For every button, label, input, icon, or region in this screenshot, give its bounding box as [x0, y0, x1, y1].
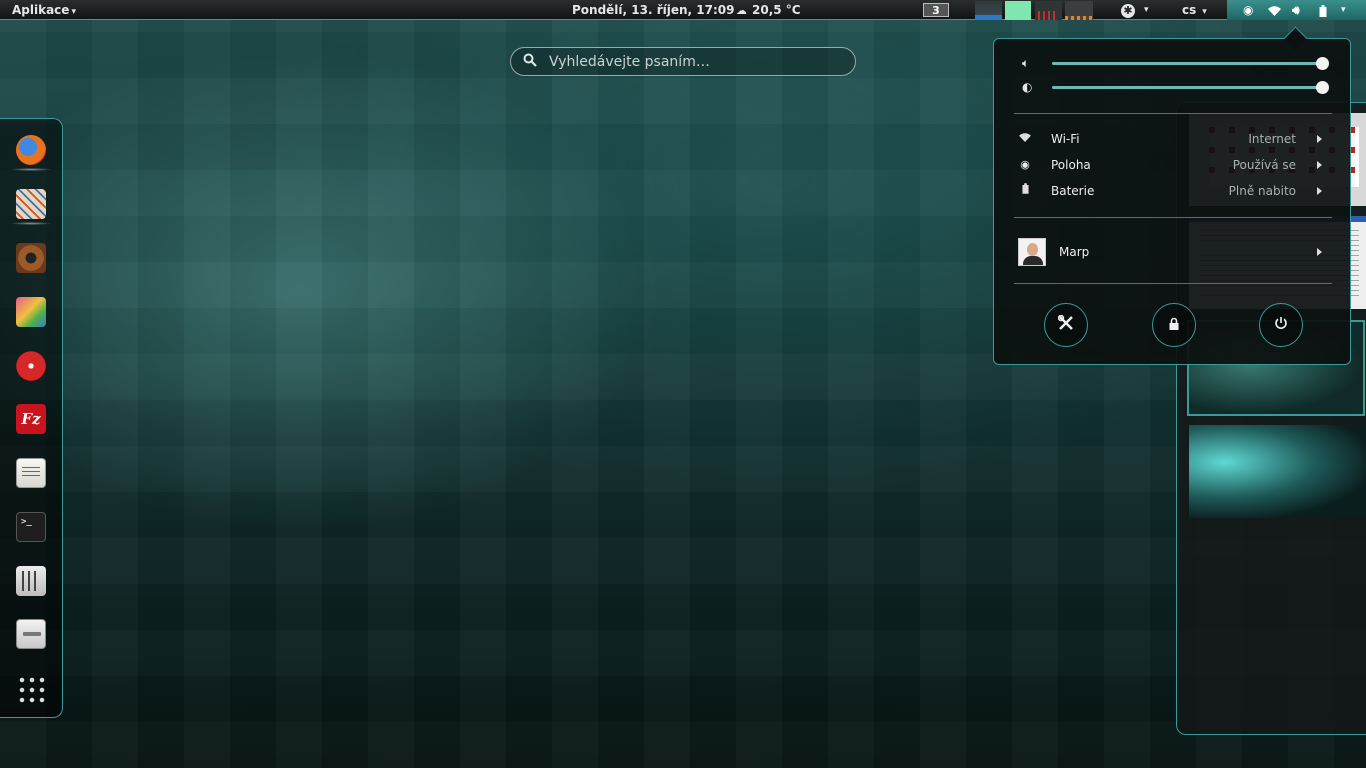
system-menu: 🔈︎ ◐ Wi-Fi Internet ◉ Poloha Používá se …: [993, 38, 1351, 365]
top-panel: Aplikace ▾ Pondělí, 13. říjen, 17:09 ☁ 20,…: [0, 0, 1366, 20]
location-label: Poloha: [1051, 158, 1091, 172]
divider: [1014, 217, 1332, 218]
volume-icon: 🔊︎: [1292, 3, 1300, 17]
wifi-icon: [1018, 128, 1032, 150]
workspace-indicator[interactable]: 3: [923, 3, 949, 17]
location-menu-item[interactable]: ◉ Poloha Používá se: [1014, 154, 1332, 176]
image-editor-icon[interactable]: [16, 297, 46, 327]
workspace-thumbnail[interactable]: [1189, 425, 1366, 518]
wifi-icon: [1268, 0, 1281, 20]
battery-icon: [1319, 0, 1327, 20]
search-input[interactable]: [549, 53, 855, 70]
chevron-down-icon[interactable]: ▾: [1144, 0, 1149, 20]
applications-menu-label: Aplikace: [12, 3, 70, 17]
network-graph: [1035, 1, 1062, 20]
user-name: Marp: [1059, 245, 1090, 259]
volume-slider-row: 🔈︎: [1022, 55, 1332, 71]
brightness-slider-row: ◐: [1022, 79, 1332, 95]
volume-muted-icon: 🔈︎: [1022, 56, 1030, 70]
disk-graph: [1065, 1, 1093, 20]
terminal-icon[interactable]: >_: [16, 512, 46, 542]
location-status: Používá se: [1232, 158, 1296, 172]
show-applications-icon[interactable]: [17, 675, 45, 703]
accessibility-menu[interactable]: ✱: [1121, 0, 1135, 20]
power-icon: [1274, 316, 1288, 334]
brightness-icon: ◐: [1022, 80, 1033, 94]
keyboard-layout-label: cs: [1182, 3, 1197, 17]
search-box[interactable]: [510, 47, 856, 76]
location-icon: ◉: [1243, 3, 1254, 17]
chevron-right-icon: [1317, 161, 1322, 169]
clock[interactable]: Pondělí, 13. říjen, 17:09: [572, 0, 734, 20]
mail-icon[interactable]: [10, 189, 52, 225]
music-player-icon[interactable]: [16, 243, 46, 273]
settings-button[interactable]: [1044, 303, 1088, 347]
avatar: [1018, 238, 1046, 266]
brightness-slider-fill: [1052, 86, 1322, 89]
chevron-right-icon: [1317, 248, 1322, 256]
battery-menu-item[interactable]: Baterie Plně nabito: [1014, 180, 1332, 202]
battery-icon: [1018, 180, 1032, 202]
disc-burner-icon[interactable]: [16, 351, 46, 381]
user-menu-item[interactable]: Marp: [1014, 238, 1332, 266]
wifi-menu-item[interactable]: Wi-Fi Internet: [1014, 128, 1332, 150]
cpu-graph: [975, 1, 1002, 20]
system-monitor[interactable]: [975, 0, 1093, 20]
cloud-icon: ☁: [736, 4, 747, 17]
lock-button[interactable]: [1152, 303, 1196, 347]
text-editor-icon[interactable]: [16, 458, 46, 488]
avatar-shirt: [1023, 256, 1043, 265]
memory-graph: [1005, 1, 1031, 20]
system-status-area[interactable]: ◉ 🔊︎ ▾: [1227, 0, 1366, 20]
chevron-right-icon: [1317, 135, 1322, 143]
wifi-status: Internet: [1248, 132, 1296, 146]
accessibility-icon: ✱: [1121, 3, 1135, 18]
temperature: 20,5 °C: [752, 3, 801, 17]
volume-slider-fill: [1052, 62, 1322, 65]
brightness-slider-handle[interactable]: [1316, 81, 1329, 94]
chevron-down-icon: ▾: [1202, 7, 1207, 17]
power-button[interactable]: [1259, 303, 1303, 347]
search-icon: [523, 53, 545, 71]
location-icon: ◉: [1020, 158, 1030, 171]
chevron-right-icon: [1317, 187, 1322, 195]
avatar-face: [1027, 243, 1038, 256]
divider: [1014, 283, 1332, 284]
settings-icon: [1057, 314, 1074, 335]
lock-icon: [1169, 316, 1179, 334]
weather-indicator[interactable]: ☁ 20,5 °C: [736, 0, 801, 20]
applications-menu[interactable]: Aplikace ▾: [12, 0, 76, 20]
battery-label: Baterie: [1051, 184, 1095, 198]
brightness-slider[interactable]: [1052, 81, 1329, 94]
filezilla-icon[interactable]: Fz: [16, 404, 46, 434]
files-icon[interactable]: [16, 619, 46, 649]
volume-slider[interactable]: [1052, 57, 1329, 70]
chevron-down-icon: ▾: [71, 7, 76, 17]
battery-status: Plně nabito: [1228, 184, 1296, 198]
wifi-label: Wi-Fi: [1051, 132, 1080, 146]
mixer-icon[interactable]: [16, 566, 46, 596]
chevron-down-icon: ▾: [1341, 5, 1346, 15]
volume-slider-handle[interactable]: [1316, 57, 1329, 70]
divider: [1014, 113, 1332, 114]
dash: Fz >_: [0, 118, 63, 718]
firefox-icon[interactable]: [10, 135, 52, 171]
keyboard-layout-menu[interactable]: cs ▾: [1182, 0, 1207, 20]
